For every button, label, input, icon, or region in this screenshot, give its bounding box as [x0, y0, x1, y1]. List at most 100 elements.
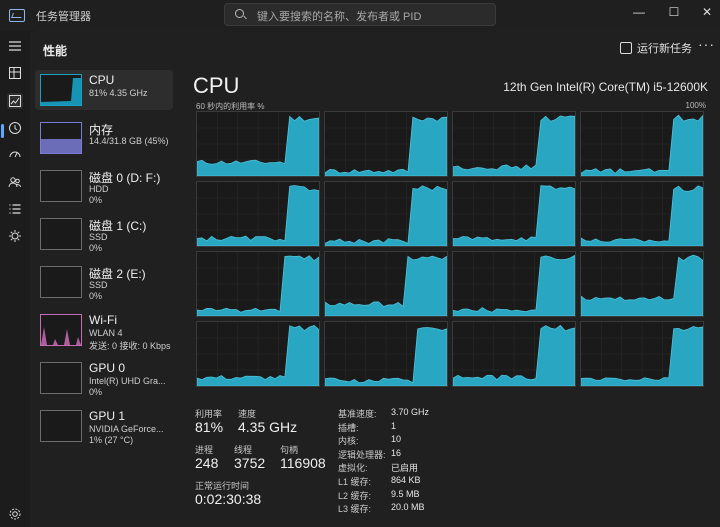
- spec-value: 已启用: [391, 463, 419, 474]
- logical-processor-graph: [196, 111, 320, 177]
- processes-value: 248: [195, 455, 219, 471]
- search-icon: [235, 9, 244, 18]
- cpu-model-name: 12th Gen Intel(R) Core(TM) i5-12600K: [503, 80, 708, 94]
- logical-processor-graph: [580, 251, 704, 317]
- app-title: 任务管理器: [36, 11, 91, 23]
- spec-label: L1 缓存:: [338, 477, 372, 487]
- spec-label: 基准速度:: [338, 409, 377, 419]
- device-usage: 0%: [89, 195, 103, 205]
- utilization-value: 81%: [195, 419, 224, 435]
- logical-processor-graph: [324, 321, 448, 387]
- device-thumbnail-graph: [40, 170, 82, 202]
- device-thumbnail-graph: [40, 218, 82, 250]
- settings-icon[interactable]: [7, 506, 23, 522]
- spec-value: 3.70 GHz: [391, 407, 430, 417]
- users-icon[interactable]: [7, 174, 23, 190]
- speed-value: 4.35 GHz: [238, 419, 298, 435]
- logical-processor-graph: [580, 181, 704, 247]
- device-thumbnail-graph: [40, 314, 82, 346]
- spec-label: 逻辑处理器:: [338, 449, 386, 460]
- nav-selection-indicator: [1, 124, 4, 138]
- more-options-button[interactable]: ···: [698, 36, 715, 52]
- cpu-heading: CPU: [193, 73, 240, 98]
- graph-max-label: 100%: [685, 101, 706, 110]
- device-item[interactable]: Wi-Fi WLAN 4 发送: 0 接收: 0 Kbps: [35, 310, 173, 351]
- logical-processor-graph: [452, 111, 576, 177]
- device-detail: HDD: [89, 184, 109, 194]
- device-name: GPU 0: [89, 361, 126, 375]
- handles-value: 116908: [280, 455, 326, 471]
- device-thumbnail-graph: [40, 122, 82, 154]
- logical-processor-graph: [580, 111, 704, 177]
- device-item[interactable]: 内存 14.4/31.8 GB (45%): [35, 118, 173, 158]
- search-box[interactable]: 键入要搜索的名称、发布者或 PID: [224, 3, 496, 26]
- spec-value: 20.0 MB: [391, 502, 425, 513]
- spec-value: 864 KB: [391, 475, 421, 485]
- device-name: Wi-Fi: [89, 313, 117, 327]
- logical-processor-graph: [580, 321, 704, 387]
- device-name: CPU: [89, 73, 115, 87]
- logical-processor-graph: [452, 251, 576, 317]
- logical-processor-graph: [196, 181, 320, 247]
- device-detail: SSD: [89, 232, 108, 242]
- processes-icon[interactable]: [7, 65, 23, 81]
- device-thumbnail-graph: [40, 362, 82, 394]
- task-manager-app-icon: [9, 9, 25, 22]
- spec-label: 插槽:: [338, 422, 359, 433]
- device-usage: 0%: [89, 243, 103, 253]
- device-item[interactable]: GPU 1 NVIDIA GeForce... 1% (27 °C): [35, 406, 173, 446]
- device-item[interactable]: CPU 81% 4.35 GHz: [35, 70, 173, 110]
- device-thumbnail-graph: [40, 266, 82, 298]
- logical-processor-graph: [324, 251, 448, 317]
- spec-value: 16: [391, 447, 402, 458]
- device-usage: 0%: [89, 387, 103, 397]
- device-usage: 发送: 0 接收: 0 Kbps: [89, 341, 171, 351]
- search-input-placeholder[interactable]: 键入要搜索的名称、发布者或 PID: [257, 8, 421, 24]
- startup-icon[interactable]: [7, 147, 23, 163]
- device-detail: NVIDIA GeForce...: [89, 424, 164, 434]
- spec-value: 1: [391, 420, 397, 431]
- app-history-icon[interactable]: [7, 120, 23, 136]
- logical-processor-graph: [196, 251, 320, 317]
- maximize-button[interactable]: ☐: [664, 4, 684, 20]
- page-title: 性能: [43, 44, 68, 58]
- performance-icon[interactable]: [7, 93, 23, 109]
- spec-label: L3 缓存:: [338, 504, 372, 515]
- details-icon[interactable]: [7, 201, 23, 217]
- device-name: GPU 1: [89, 409, 126, 423]
- device-detail: WLAN 4: [89, 328, 123, 338]
- close-button[interactable]: ✕: [697, 4, 717, 20]
- spec-label: L2 缓存:: [338, 490, 372, 501]
- device-detail: Intel(R) UHD Gra...: [89, 376, 166, 386]
- hamburger-icon[interactable]: [7, 38, 23, 54]
- logical-processor-graph: [324, 111, 448, 177]
- services-icon[interactable]: [7, 228, 23, 244]
- device-item[interactable]: 磁盘 0 (D: F:) HDD 0%: [35, 166, 173, 206]
- device-item[interactable]: 磁盘 2 (E:) SSD 0%: [35, 262, 173, 302]
- device-thumbnail-graph: [40, 74, 82, 106]
- device-detail: SSD: [89, 280, 108, 290]
- cpu-detail-panel: CPU 12th Gen Intel(R) Core(TM) i5-12600K…: [193, 70, 713, 520]
- device-item[interactable]: 磁盘 1 (C:) SSD 0%: [35, 214, 173, 254]
- device-usage: 0%: [89, 291, 103, 301]
- uptime-value: 0:02:30:38: [195, 491, 262, 507]
- content-pane: 性能 运行新任务 ··· CPU 81% 4.35 GHz 内存 14.4/31.8 …: [30, 30, 720, 527]
- device-detail: 14.4/31.8 GB (45%): [89, 136, 169, 146]
- logical-processor-graphs: [196, 111, 708, 389]
- run-task-icon: [620, 42, 632, 54]
- logical-processor-graph: [452, 181, 576, 247]
- spec-value: 9.5 MB: [391, 488, 420, 499]
- spec-label: 虚拟化:: [338, 463, 368, 474]
- minimize-button[interactable]: —: [629, 4, 649, 20]
- title-bar: 任务管理器 键入要搜索的名称、发布者或 PID — ☐ ✕: [0, 0, 720, 30]
- spec-value: 10: [391, 434, 402, 445]
- logical-processor-graph: [324, 181, 448, 247]
- device-item[interactable]: GPU 0 Intel(R) UHD Gra... 0%: [35, 358, 173, 398]
- run-new-task-button[interactable]: 运行新任务: [620, 40, 692, 56]
- device-detail: 81% 4.35 GHz: [89, 88, 148, 98]
- run-new-task-label: 运行新任务: [637, 43, 692, 55]
- device-thumbnail-graph: [40, 410, 82, 442]
- spec-label: 内核:: [338, 436, 359, 447]
- device-usage: 1% (27 °C): [89, 435, 134, 445]
- logical-processor-graph: [196, 321, 320, 387]
